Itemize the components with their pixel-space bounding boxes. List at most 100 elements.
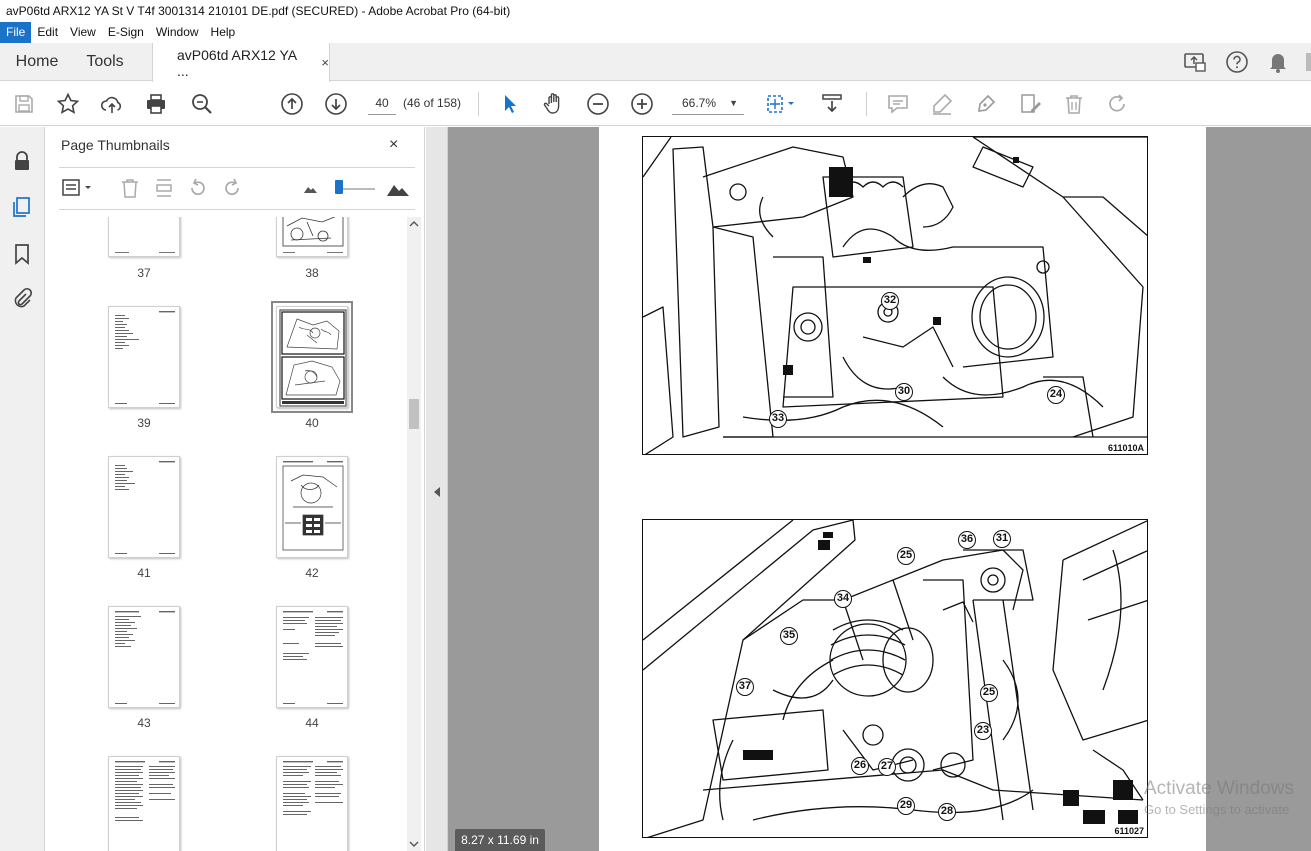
engine-figure-bottom: 25 36 31 34 35 37 25 23 26 27 29 28 6110…	[642, 519, 1148, 838]
extract-page-icon[interactable]	[153, 177, 175, 199]
scroll-down-arrow-icon[interactable]	[407, 837, 421, 851]
page-thumbnail-42[interactable]	[276, 456, 348, 558]
callout-29: 29	[897, 797, 915, 815]
page-thumbnails-icon[interactable]	[10, 195, 34, 219]
page-thumbnail-39[interactable]	[108, 306, 180, 408]
edit-text-icon[interactable]	[1018, 92, 1042, 116]
callout-27: 27	[878, 758, 896, 776]
zoom-search-icon[interactable]	[190, 92, 214, 116]
callout-25-right: 25	[980, 684, 998, 702]
thumbnail-label: 38	[305, 266, 319, 280]
redo-icon[interactable]	[1106, 92, 1130, 116]
next-page-icon[interactable]	[324, 92, 348, 116]
menu-view[interactable]: View	[64, 22, 102, 43]
delete-icon[interactable]	[1062, 92, 1086, 116]
menu-esign[interactable]: E-Sign	[102, 22, 150, 43]
figure-code: 611027	[1114, 826, 1144, 836]
callout-32: 32	[881, 292, 899, 310]
rotate-left-icon[interactable]	[187, 177, 209, 199]
menu-window[interactable]: Window	[150, 22, 205, 43]
menu-file[interactable]: File	[0, 22, 32, 43]
page-thumbnail-41[interactable]	[108, 456, 180, 558]
document-viewer[interactable]: 32 30 33 24 611010A 25 36 31 34 35 37 25…	[448, 127, 1311, 851]
callout-36: 36	[958, 531, 976, 549]
select-cursor-icon[interactable]	[498, 92, 522, 116]
print-icon[interactable]	[144, 92, 168, 116]
window-edge	[1300, 43, 1311, 81]
previous-page-icon[interactable]	[280, 92, 304, 116]
notifications-bell-icon[interactable]	[1266, 43, 1290, 81]
page-thumbnail-45[interactable]	[108, 756, 180, 851]
activation-watermark: Activate Windows	[1144, 778, 1294, 799]
share-screen-icon[interactable]	[1182, 43, 1208, 81]
thumbnails-panel: Page Thumbnails × 37 38 39 40 41 42 43 4…	[45, 127, 425, 851]
zoom-value: 66.7%	[682, 96, 717, 110]
help-icon[interactable]	[1224, 43, 1250, 81]
thumbnail-label: 39	[137, 416, 151, 430]
draw-pen-icon[interactable]	[974, 92, 998, 116]
pdf-page: 32 30 33 24 611010A 25 36 31 34 35 37 25…	[599, 127, 1206, 851]
menu-edit[interactable]: Edit	[31, 22, 64, 43]
tab-tools[interactable]: Tools	[74, 43, 136, 81]
window-title: avP06td ARX12 YA St V T4f 3001314 210101…	[0, 0, 1311, 22]
small-thumbnails-icon[interactable]	[299, 177, 321, 199]
callout-33: 33	[769, 410, 787, 428]
slider-handle[interactable]	[335, 180, 343, 194]
hand-tool-icon[interactable]	[542, 92, 566, 116]
lock-icon[interactable]	[10, 149, 34, 173]
save-icon[interactable]	[12, 92, 36, 116]
close-tab-icon[interactable]: ×	[321, 55, 329, 70]
thumbnail-label: 40	[305, 416, 319, 430]
thumbnail-label: 44	[305, 716, 319, 730]
zoom-out-icon[interactable]	[586, 92, 610, 116]
page-thumbnail-37[interactable]	[108, 217, 180, 257]
collapse-panel-strip[interactable]	[426, 127, 448, 851]
figure-code: 611010A	[1107, 443, 1144, 453]
scroll-up-arrow-icon[interactable]	[407, 217, 421, 231]
page-thumbnail-38[interactable]	[276, 217, 348, 257]
tab-document[interactable]: avP06td ARX12 YA ... ×	[152, 43, 330, 82]
activation-watermark-sub: Go to Settings to activate	[1144, 802, 1290, 817]
toolbar-separator	[478, 92, 479, 116]
scroll-mode-icon[interactable]	[820, 92, 844, 116]
rotate-right-icon[interactable]	[221, 177, 243, 199]
upload-cloud-icon[interactable]	[100, 92, 124, 116]
zoom-select[interactable]: 66.7% ▼	[672, 91, 744, 115]
callout-26: 26	[851, 757, 869, 775]
page-thumbnail-46[interactable]	[276, 756, 348, 851]
attachment-icon[interactable]	[10, 287, 34, 311]
page-number-input[interactable]: 40	[368, 91, 396, 115]
page-size-badge: 8.27 x 11.69 in	[455, 829, 545, 851]
collapse-left-icon[interactable]	[431, 485, 443, 499]
thumbnail-label: 43	[137, 716, 151, 730]
toolbar-separator-2	[866, 92, 867, 116]
left-rail	[0, 127, 45, 851]
callout-23: 23	[974, 722, 992, 740]
thumbnail-label: 42	[305, 566, 319, 580]
callout-35: 35	[780, 627, 798, 645]
page-thumbnail-43[interactable]	[108, 606, 180, 708]
tab-home[interactable]: Home	[0, 43, 74, 81]
bookmark-star-icon[interactable]	[56, 92, 80, 116]
page-count: (46 of 158)	[403, 96, 462, 110]
engine-drawing-bottom	[643, 520, 1147, 837]
thumbnail-scrollbar[interactable]	[407, 217, 421, 851]
highlight-pen-icon[interactable]	[930, 92, 954, 116]
zoom-in-icon[interactable]	[630, 92, 654, 116]
fit-page-icon[interactable]	[764, 92, 794, 116]
thumbnail-label: 37	[137, 266, 151, 280]
thumbnail-options-icon[interactable]	[61, 177, 95, 199]
page-thumbnail-40[interactable]	[271, 301, 353, 413]
callout-28: 28	[938, 803, 956, 821]
chevron-down-icon: ▼	[729, 98, 738, 108]
comment-icon[interactable]	[886, 92, 910, 116]
callout-37: 37	[736, 678, 754, 696]
bookmark-icon[interactable]	[10, 242, 34, 266]
page-thumbnail-44[interactable]	[276, 606, 348, 708]
scrollbar-thumb[interactable]	[409, 399, 419, 429]
large-thumbnails-icon[interactable]	[385, 177, 411, 199]
close-panel-icon[interactable]: ×	[389, 136, 398, 154]
delete-page-icon[interactable]	[119, 177, 141, 199]
tab-bar: Home Tools avP06td ARX12 YA ... ×	[0, 43, 1311, 82]
menu-help[interactable]: Help	[205, 22, 242, 43]
